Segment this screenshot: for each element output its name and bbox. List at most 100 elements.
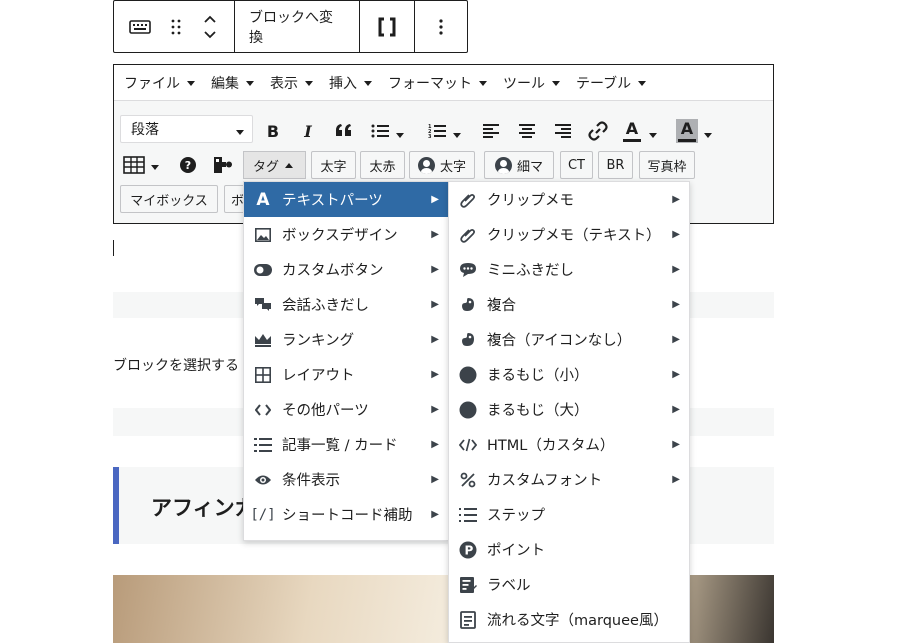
- menu-tools[interactable]: ツール: [503, 73, 560, 93]
- chevron-right-icon: ▶: [431, 194, 439, 205]
- bold-button[interactable]: B: [264, 121, 282, 141]
- chevron-right-icon: ▶: [431, 369, 439, 380]
- submenu-item-round-small[interactable]: まるもじ（小） ▶: [449, 357, 689, 392]
- block-toolbar: ブロックへ変換: [113, 0, 468, 53]
- submenu-item-custom-font[interactable]: カスタムフォント ▶: [449, 462, 689, 497]
- format-select[interactable]: 段落: [120, 115, 253, 143]
- keyboard-icon[interactable]: [114, 1, 166, 52]
- table-button[interactable]: [123, 155, 159, 175]
- submenu-item-marquee[interactable]: 流れる文字（marquee風）: [449, 602, 689, 637]
- align-right-button[interactable]: [553, 121, 573, 141]
- menu-item-chat-bubble[interactable]: 会話ふきだし ▶: [244, 287, 448, 322]
- text-color-swatch: [623, 138, 641, 142]
- background-color-button[interactable]: A: [676, 119, 712, 143]
- italic-button[interactable]: I: [299, 121, 317, 141]
- move-up-down-icon[interactable]: [186, 1, 234, 52]
- chevron-right-icon: ▶: [672, 299, 680, 310]
- custom-plugin-button[interactable]: [211, 154, 235, 176]
- text-a-icon: A: [256, 189, 270, 210]
- submenu-item-label[interactable]: ラベル: [449, 567, 689, 602]
- chevron-right-icon: ▶: [431, 509, 439, 520]
- menu-view[interactable]: 表示: [270, 73, 313, 93]
- help-button[interactable]: ?: [178, 155, 198, 175]
- submenu-item-step[interactable]: ステップ: [449, 497, 689, 532]
- quicktag-bold[interactable]: 太字: [311, 151, 356, 179]
- menu-insert[interactable]: 挿入: [329, 73, 372, 93]
- drag-handle-icon[interactable]: [166, 1, 186, 52]
- menu-tools-label: ツール: [503, 75, 545, 92]
- chevron-down-icon: [396, 133, 404, 138]
- menu-file[interactable]: ファイル: [124, 73, 195, 93]
- numbered-list-icon: 123: [428, 124, 446, 139]
- chevron-right-icon: ▶: [431, 264, 439, 275]
- link-button[interactable]: [587, 120, 609, 142]
- submenu-item-point[interactable]: P ポイント: [449, 532, 689, 567]
- menu-edit[interactable]: 編集: [211, 73, 254, 93]
- chevron-right-icon: ▶: [431, 299, 439, 310]
- help-icon: ?: [180, 157, 196, 173]
- bullet-list-button[interactable]: [370, 121, 404, 141]
- submenu-item-clip-memo-text[interactable]: クリップメモ（テキスト） ▶: [449, 217, 689, 252]
- menu-item-other-parts[interactable]: その他パーツ ▶: [244, 392, 448, 427]
- menu-item-label: クリップメモ: [487, 193, 574, 209]
- svg-text:3: 3: [428, 134, 432, 139]
- menu-view-label: 表示: [270, 75, 298, 92]
- shortcode-bracket-button[interactable]: [360, 1, 414, 52]
- point-p-icon: P: [458, 540, 478, 560]
- block-toolbar-group-2: ブロックへ変換: [235, 1, 360, 52]
- quicktag-br[interactable]: BR: [598, 151, 633, 179]
- menu-item-box-design[interactable]: ボックスデザイン ▶: [244, 217, 448, 252]
- align-left-icon: [483, 124, 499, 138]
- quicktag-avatar-thin[interactable]: 細マ: [484, 151, 554, 179]
- quicktag-bold-red[interactable]: 太赤: [360, 151, 405, 179]
- tag-dropdown-label: タグ: [253, 159, 280, 175]
- menu-item-label: クリップメモ（テキスト）: [487, 228, 661, 244]
- menu-table[interactable]: テーブル: [576, 73, 647, 93]
- menu-item-label: ランキング: [282, 333, 355, 349]
- submenu-item-composite[interactable]: 複合 ▶: [449, 287, 689, 322]
- more-options-icon[interactable]: [415, 1, 467, 52]
- menu-format-label: フォーマット: [388, 75, 472, 92]
- menu-item-custom-button[interactable]: カスタムボタン ▶: [244, 252, 448, 287]
- align-center-button[interactable]: [517, 121, 537, 141]
- submenu-item-html-custom[interactable]: HTML（カスタム） ▶: [449, 427, 689, 462]
- convert-to-blocks-button[interactable]: ブロックへ変換: [235, 1, 359, 52]
- list-icon: [253, 435, 273, 455]
- menu-item-article-list[interactable]: 記事一覧 / カード ▶: [244, 427, 448, 462]
- text-parts-submenu: クリップメモ ▶ クリップメモ（テキスト） ▶ ミニふきだし ▶ 複合 ▶ 複合…: [448, 181, 690, 643]
- crown-icon: [253, 330, 273, 350]
- speech-bubble-icon: [458, 260, 478, 280]
- menu-item-label: ラベル: [487, 578, 531, 594]
- submenu-item-round-large[interactable]: まるもじ（大） ▶: [449, 392, 689, 427]
- chevron-right-icon: ▶: [672, 264, 680, 275]
- submenu-item-clip-memo[interactable]: クリップメモ ▶: [449, 182, 689, 217]
- svg-text:P: P: [465, 543, 474, 557]
- menu-item-label: その他パーツ: [282, 403, 369, 419]
- tag-dropdown-button[interactable]: タグ: [243, 151, 306, 179]
- quicktag-avatar-bold[interactable]: 太字: [409, 151, 475, 179]
- quicktag-photo-frame[interactable]: 写真枠: [639, 151, 695, 179]
- menu-format[interactable]: フォーマット: [388, 73, 487, 93]
- numbered-list-button[interactable]: 123: [427, 121, 461, 141]
- quicktag-ct[interactable]: CT: [560, 151, 593, 179]
- chevron-right-icon: ▶: [431, 334, 439, 345]
- paperclip-icon: [458, 225, 478, 245]
- chevron-right-icon: ▶: [672, 369, 680, 380]
- menu-item-shortcode[interactable]: [/] ショートコード補助 ▶: [244, 497, 448, 532]
- menu-item-conditional[interactable]: 条件表示 ▶: [244, 462, 448, 497]
- submenu-item-composite-no-icon[interactable]: 複合（アイコンなし） ▶: [449, 322, 689, 357]
- text-color-button[interactable]: A: [621, 119, 657, 143]
- blockquote-button[interactable]: [333, 120, 355, 140]
- menu-item-label: カスタムボタン: [282, 263, 384, 279]
- submenu-item-mini-bubble[interactable]: ミニふきだし ▶: [449, 252, 689, 287]
- menu-item-ranking[interactable]: ランキング ▶: [244, 322, 448, 357]
- align-left-button[interactable]: [481, 121, 501, 141]
- quicktag-mybox[interactable]: マイボックス: [120, 185, 218, 213]
- chevron-down-icon: [638, 81, 647, 86]
- code-brackets-icon: [253, 400, 273, 420]
- blob-icon: [458, 330, 478, 350]
- menu-item-text-parts[interactable]: A テキストパーツ ▶: [244, 182, 448, 217]
- menu-item-layout[interactable]: レイアウト ▶: [244, 357, 448, 392]
- chevron-right-icon: ▶: [431, 229, 439, 240]
- menu-item-label: 流れる文字（marquee風）: [487, 613, 668, 629]
